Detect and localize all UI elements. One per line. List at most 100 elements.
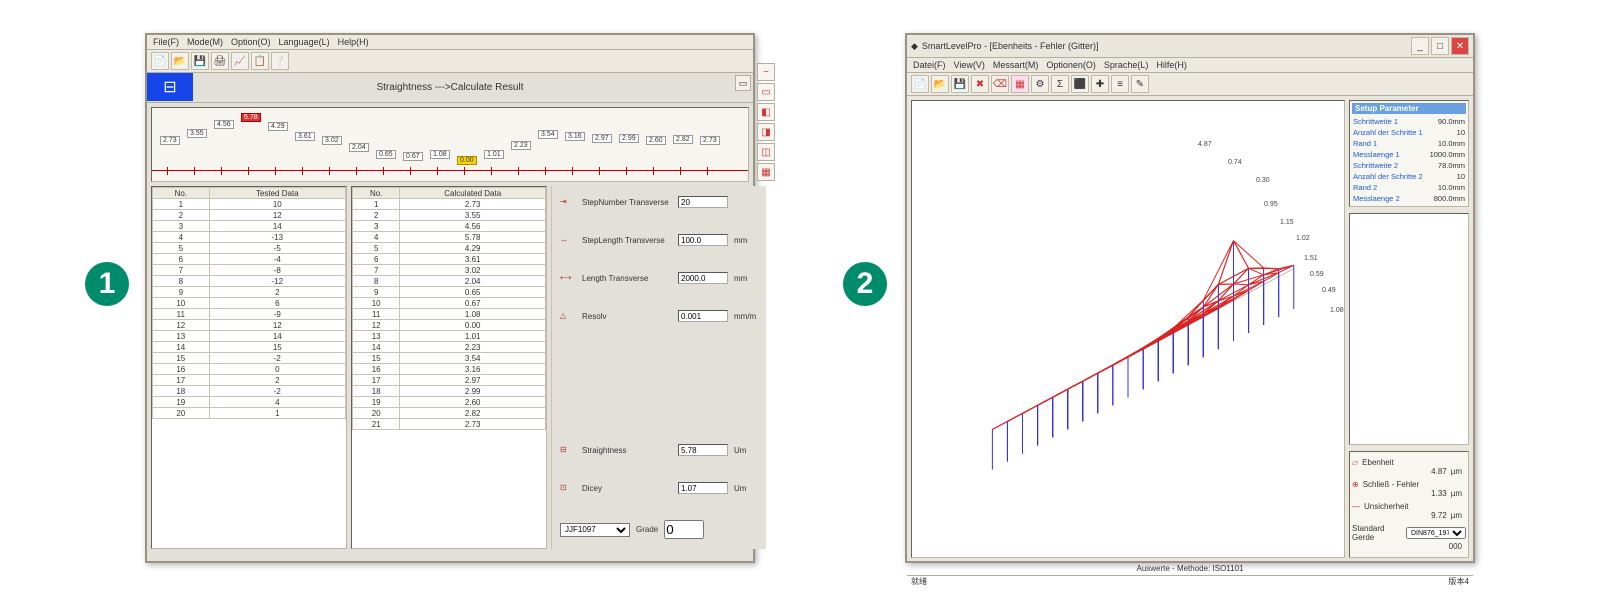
length-input[interactable] [678,272,728,284]
table-row: 142.23 [353,342,546,353]
node-value-label: 1.51 [1304,255,1318,262]
minimize-icon[interactable]: ▭ [735,75,751,91]
app-icon: ◆ [911,41,918,52]
table-row: 201 [153,408,346,419]
col-header: No. [153,188,210,199]
chart-bar-label: 4.29 [268,122,288,131]
steplen-input[interactable] [678,234,728,246]
save-icon[interactable]: 💾 [191,52,209,70]
chart-bar-label: 5.78 [241,113,261,122]
right-tool-icon[interactable]: ◨ [757,123,775,141]
help-icon[interactable]: ❔ [271,52,289,70]
table-row: 8-12 [153,276,346,287]
length-label: Length Transverse [582,274,672,283]
chart-icon[interactable]: 📈 [231,52,249,70]
table-row: 106 [153,298,346,309]
right-tool-icon[interactable]: ▭ [757,83,775,101]
settings-icon[interactable]: ⚙ [1031,75,1049,93]
chart-bar-label: 1.01 [484,150,504,159]
menu-item[interactable]: Hilfe(H) [1156,60,1187,70]
open-icon[interactable]: 📂 [171,52,189,70]
win-close-icon[interactable]: ✕ [1451,37,1469,55]
parameter-panel: ⇥ StepNumber Transverse ↔ StepLength Tra… [551,186,766,549]
table-row: 100.67 [353,298,546,309]
right-tool-icon[interactable]: ▦ [757,163,775,181]
new-icon[interactable]: 📄 [151,52,169,70]
new-icon[interactable]: 📄 [911,75,929,93]
schliess-label: Schließ - Fehler [1363,480,1419,489]
menu-item[interactable]: Datei(F) [913,60,946,70]
table-row: 45.78 [353,232,546,243]
mode-indicator-icon: ⊟ [147,73,193,101]
menu-item[interactable]: Help(H) [338,37,369,47]
table-row: 34.56 [353,221,546,232]
standard-select[interactable]: JJF1097 [560,523,630,537]
win-min-icon[interactable]: _ [1411,37,1429,55]
right-tool-icon[interactable]: − [757,63,775,81]
table-row: 5-5 [153,243,346,254]
menu-item[interactable]: Sprache(L) [1104,60,1149,70]
open-icon[interactable]: 📂 [931,75,949,93]
ebenheit-unit: µm [1451,467,1462,476]
table-row: 212.73 [353,419,546,430]
schliess-icon: ⊕ [1352,480,1359,489]
tested-data-table: No.Tested Data1102123144-135-56-47-88-12… [151,186,347,549]
length-icon: ⟷ [560,273,576,283]
menu-item[interactable]: Option(O) [231,37,271,47]
straightness-output [678,444,728,456]
table-row: 194 [153,397,346,408]
straightness-unit: Um [734,446,758,455]
app1-window: File(F) Mode(M) Option(O) Language(L) Help(H… [145,33,755,563]
chart-bar-label: 3.61 [295,132,315,141]
report-icon[interactable]: 📋 [251,52,269,70]
list-icon[interactable]: ≡ [1111,75,1129,93]
table-row: 160 [153,364,346,375]
grid-mode-icon[interactable]: ▦ [1011,75,1029,93]
table-row: 12.73 [353,199,546,210]
view3d-icon[interactable]: ⬛ [1071,75,1089,93]
schliess-unit: µm [1451,489,1462,498]
delete-icon[interactable]: ✖ [971,75,989,93]
right-tool-icon[interactable]: ◧ [757,103,775,121]
results-panel: ▱Ebenheit 4.87µm ⊕Schließ - Fehler 1.33µ… [1349,451,1469,558]
standard-gerde-select[interactable]: DIN876_1972 [1406,527,1466,539]
flatness-3d-view[interactable]: 4.870.740.300.951.151.021.510.590.491.08 [911,100,1345,558]
edit-icon[interactable]: ✎ [1131,75,1149,93]
clear-icon[interactable]: ⌫ [991,75,1009,93]
col-header: Tested Data [209,188,345,199]
setup-parameter-panel: Setup Parameter Schrittweite 190.0mmAnza… [1349,100,1469,207]
app2-titlebar: ◆ SmartLevelPro - [Ebenheits - Fehler (G… [907,35,1473,58]
app2-toolbar: 📄 📂 💾 ✖ ⌫ ▦ ⚙ Σ ⬛ ✚ ≡ ✎ [907,73,1473,96]
table-row: 172 [153,375,346,386]
ebenheit-icon: ▱ [1352,458,1358,467]
chart-bar-label: 2.97 [592,134,612,143]
menu-item[interactable]: Mode(M) [187,37,223,47]
menu-item[interactable]: Optionen(O) [1046,60,1096,70]
table-row: 6-4 [153,254,346,265]
node-value-label: 1.02 [1296,235,1310,242]
chart-bar-label: 2.23 [511,141,531,150]
table-row: 1415 [153,342,346,353]
ebenheit-value: 4.87 [1431,467,1447,476]
resolv-icon: △ [560,311,576,321]
menu-item[interactable]: File(F) [153,37,179,47]
stepnum-input[interactable] [678,196,728,208]
table-row: 153.54 [353,353,546,364]
param-row: Anzahl der Schritte 210 [1352,171,1466,182]
cross-icon[interactable]: ✚ [1091,75,1109,93]
col-header: No. [353,188,400,199]
dicey-output [678,482,728,494]
badge-two: 2 [843,262,887,306]
right-tool-icon[interactable]: ◫ [757,143,775,161]
chart-bar-label: 2.82 [673,135,693,144]
save-icon[interactable]: 💾 [951,75,969,93]
resolv-input[interactable] [678,310,728,322]
calc-icon[interactable]: Σ [1051,75,1069,93]
chart-bar-label: 2.99 [619,134,639,143]
print-icon[interactable]: 🖨 [211,52,229,70]
menu-item[interactable]: View(V) [954,60,985,70]
menu-item[interactable]: Language(L) [279,37,330,47]
win-max-icon[interactable]: □ [1431,37,1449,55]
app2-menubar: Datei(F) View(V) Messart(M) Optionen(O) Spra… [907,58,1473,73]
menu-item[interactable]: Messart(M) [993,60,1039,70]
